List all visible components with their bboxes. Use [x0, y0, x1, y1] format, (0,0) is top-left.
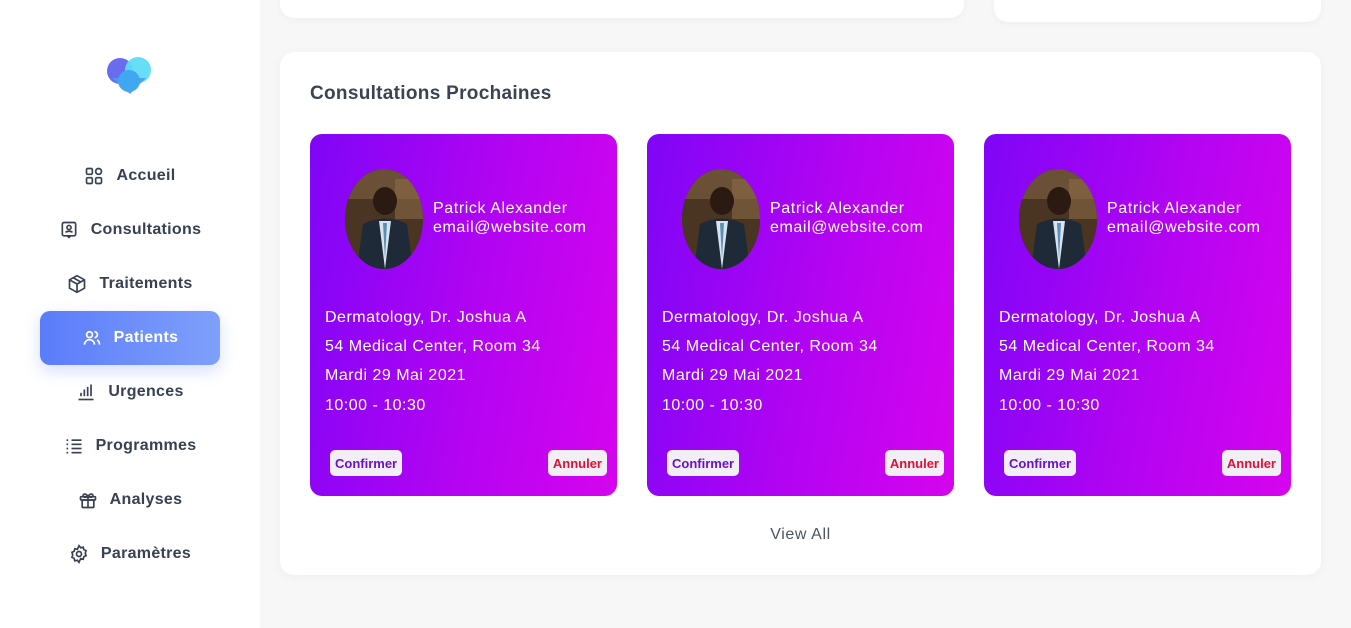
consultation-card: Patrick Alexander email@website.com Derm…: [310, 134, 617, 496]
box-icon: [69, 274, 86, 294]
sidebar-item-patients[interactable]: Patients: [40, 311, 220, 365]
time: 10:00 - 10:30: [662, 397, 763, 414]
patient-name: Patrick Alexander: [433, 200, 568, 217]
consultation-card: Patrick Alexander email@website.com Derm…: [984, 134, 1291, 496]
cancel-button[interactable]: Annuler: [1221, 450, 1281, 476]
sidebar-item-traitements[interactable]: Traitements: [40, 257, 220, 311]
top-card-left: [280, 0, 964, 18]
sidebar-item-consultations[interactable]: Consultations: [40, 203, 220, 257]
sidebar-item-accueil[interactable]: Accueil: [40, 149, 220, 203]
sidebar-item-parametres[interactable]: Paramètres: [40, 527, 220, 581]
date: Mardi 29 Mai 2021: [999, 367, 1141, 384]
sidebar-item-label: Patients: [113, 329, 179, 346]
sidebar-item-label: Analyses: [109, 491, 183, 508]
heart-logo: [106, 56, 154, 94]
date: Mardi 29 Mai 2021: [325, 367, 467, 384]
location: 54 Medical Center, Room 34: [999, 338, 1215, 355]
patient-email: email@website.com: [1107, 219, 1261, 236]
upcoming-consultations-panel: Consultations Prochaines Patrick Alexand…: [280, 52, 1321, 575]
location: 54 Medical Center, Room 34: [662, 338, 878, 355]
department: Dermatology, Dr. Joshua A: [662, 309, 864, 326]
panel-title: Consultations Prochaines: [310, 83, 552, 104]
cancel-button[interactable]: Annuler: [547, 450, 607, 476]
sidebar: Accueil Consultations Traitements Patien…: [0, 0, 260, 628]
list-icon: [66, 439, 82, 454]
sidebar-item-label: Paramètres: [100, 545, 192, 562]
gift-icon: [79, 493, 96, 509]
location: 54 Medical Center, Room 34: [325, 338, 541, 355]
patient-email: email@website.com: [433, 219, 587, 236]
sidebar-item-urgences[interactable]: Urgences: [40, 365, 220, 419]
avatar: [345, 169, 423, 269]
sidebar-item-label: Accueil: [116, 167, 176, 184]
avatar: [682, 169, 760, 269]
bar-chart-icon: [78, 384, 94, 401]
time: 10:00 - 10:30: [325, 397, 426, 414]
sidebar-item-label: Programmes: [95, 437, 197, 454]
user-badge-icon: [61, 221, 77, 239]
sidebar-item-label: Traitements: [99, 275, 193, 292]
sidebar-item-label: Consultations: [90, 221, 202, 238]
view-all-link[interactable]: View All: [280, 526, 1321, 544]
confirm-button[interactable]: Confirmer: [1004, 450, 1077, 476]
date: Mardi 29 Mai 2021: [662, 367, 804, 384]
sidebar-nav: Accueil Consultations Traitements Patien…: [40, 149, 220, 581]
consultation-card: Patrick Alexander email@website.com Derm…: [647, 134, 954, 496]
sidebar-item-programmes[interactable]: Programmes: [40, 419, 220, 473]
top-card-right: [994, 0, 1321, 22]
users-icon: [83, 330, 101, 345]
confirm-button[interactable]: Confirmer: [330, 450, 403, 476]
avatar: [1019, 169, 1097, 269]
time: 10:00 - 10:30: [999, 397, 1100, 414]
grid-icon: [86, 167, 103, 185]
patient-name: Patrick Alexander: [770, 200, 905, 217]
department: Dermatology, Dr. Joshua A: [325, 309, 527, 326]
patient-name: Patrick Alexander: [1107, 200, 1242, 217]
cancel-button[interactable]: Annuler: [884, 450, 944, 476]
patient-email: email@website.com: [770, 219, 924, 236]
gear-icon: [70, 544, 88, 564]
sidebar-item-analyses[interactable]: Analyses: [40, 473, 220, 527]
department: Dermatology, Dr. Joshua A: [999, 309, 1201, 326]
sidebar-item-label: Urgences: [108, 383, 184, 400]
confirm-button[interactable]: Confirmer: [667, 450, 740, 476]
